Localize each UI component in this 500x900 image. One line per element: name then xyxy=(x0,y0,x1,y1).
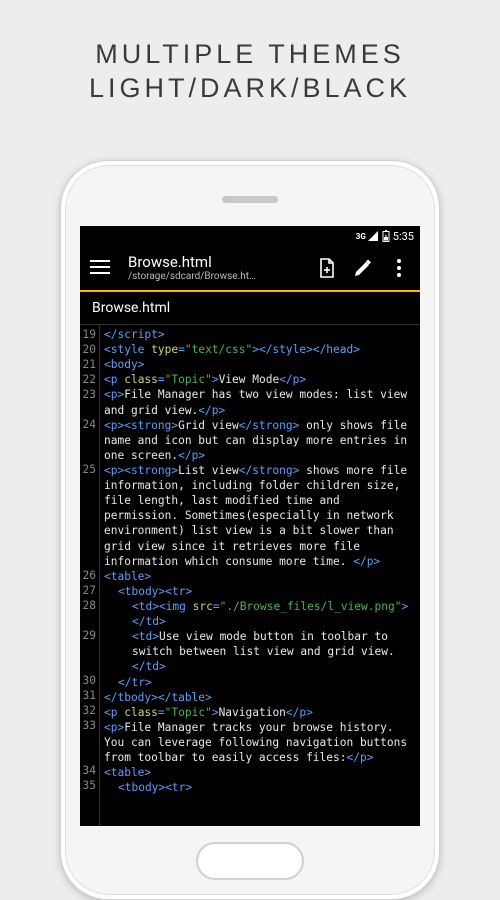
more-vert-icon xyxy=(397,259,401,277)
edit-button[interactable] xyxy=(352,258,374,278)
heading-line-1: MULTIPLE THEMES xyxy=(0,38,500,72)
phone-home-button[interactable] xyxy=(196,842,304,880)
signal-icon xyxy=(367,230,379,242)
line-number: 22 xyxy=(82,372,96,387)
line-number: 23 xyxy=(82,387,96,417)
code-line: <p class="Topic">Navigation</p> xyxy=(104,705,417,720)
file-tab[interactable]: Browse.html xyxy=(80,292,420,325)
line-number: 25 xyxy=(82,462,96,568)
line-number: 24 xyxy=(82,417,96,462)
code-line: <p><strong>List view</strong> shows more… xyxy=(104,463,417,569)
line-number: 29 xyxy=(82,628,96,673)
line-number: 27 xyxy=(82,583,96,598)
code-line: <td>Use view mode button in toolbar to s… xyxy=(104,629,417,674)
code-line: <td><img src="./Browse_files/l_view.png"… xyxy=(104,599,417,629)
hamburger-icon xyxy=(90,260,110,274)
line-number: 31 xyxy=(82,688,96,703)
screen: 3G 5:35 Browse.html /storage/sdcard/Brow… xyxy=(80,226,420,826)
code-line: </script> xyxy=(104,327,417,342)
file-path: /storage/sdcard/Browse.ht… xyxy=(128,271,316,282)
line-number: 34 xyxy=(82,763,96,778)
line-number: 30 xyxy=(82,673,96,688)
code-line: <p>File Manager has two view modes: list… xyxy=(104,387,417,417)
network-label: 3G xyxy=(356,232,366,241)
overflow-button[interactable] xyxy=(388,259,410,277)
code-line: <table> xyxy=(104,569,417,584)
menu-button[interactable] xyxy=(90,259,114,278)
code-line: </tr> xyxy=(104,675,417,690)
code-area[interactable]: </script><style type="text/css"></style>… xyxy=(100,325,420,826)
line-number: 19 xyxy=(82,327,96,342)
line-number: 35 xyxy=(82,778,96,793)
appbar-title-block: Browse.html /storage/sdcard/Browse.ht… xyxy=(128,254,316,282)
battery-icon xyxy=(382,230,390,242)
line-number: 21 xyxy=(82,357,96,372)
line-number-gutter: 1920212223242526272829303132333435 xyxy=(80,325,100,826)
code-line: </tbody></table> xyxy=(104,690,417,705)
code-line: <body> xyxy=(104,357,417,372)
status-bar: 3G 5:35 xyxy=(80,226,420,246)
code-line: <p>File Manager tracks your browse histo… xyxy=(104,720,417,765)
code-line: <style type="text/css"></style></head> xyxy=(104,342,417,357)
pencil-icon xyxy=(353,258,373,278)
document-plus-icon xyxy=(318,258,336,278)
promo-heading: MULTIPLE THEMES LIGHT/DARK/BLACK xyxy=(0,0,500,106)
app-bar: Browse.html /storage/sdcard/Browse.ht… xyxy=(80,246,420,290)
line-number: 32 xyxy=(82,703,96,718)
phone-speaker xyxy=(222,196,278,203)
phone-frame: 3G 5:35 Browse.html /storage/sdcard/Brow… xyxy=(60,160,440,900)
line-number: 20 xyxy=(82,342,96,357)
code-line: <tbody><tr> xyxy=(104,780,417,795)
file-title: Browse.html xyxy=(128,254,316,271)
code-line: <table> xyxy=(104,765,417,780)
heading-line-2: LIGHT/DARK/BLACK xyxy=(0,72,500,106)
code-line: <p class="Topic">View Mode</p> xyxy=(104,372,417,387)
new-file-button[interactable] xyxy=(316,258,338,278)
code-line: <tbody><tr> xyxy=(104,584,417,599)
clock: 5:35 xyxy=(393,230,414,243)
code-editor[interactable]: 1920212223242526272829303132333435 </scr… xyxy=(80,325,420,826)
line-number: 26 xyxy=(82,568,96,583)
line-number: 28 xyxy=(82,598,96,628)
phone-frame-inner: 3G 5:35 Browse.html /storage/sdcard/Brow… xyxy=(65,165,435,895)
code-line: <p><strong>Grid view</strong> only shows… xyxy=(104,418,417,463)
line-number: 33 xyxy=(82,718,96,763)
